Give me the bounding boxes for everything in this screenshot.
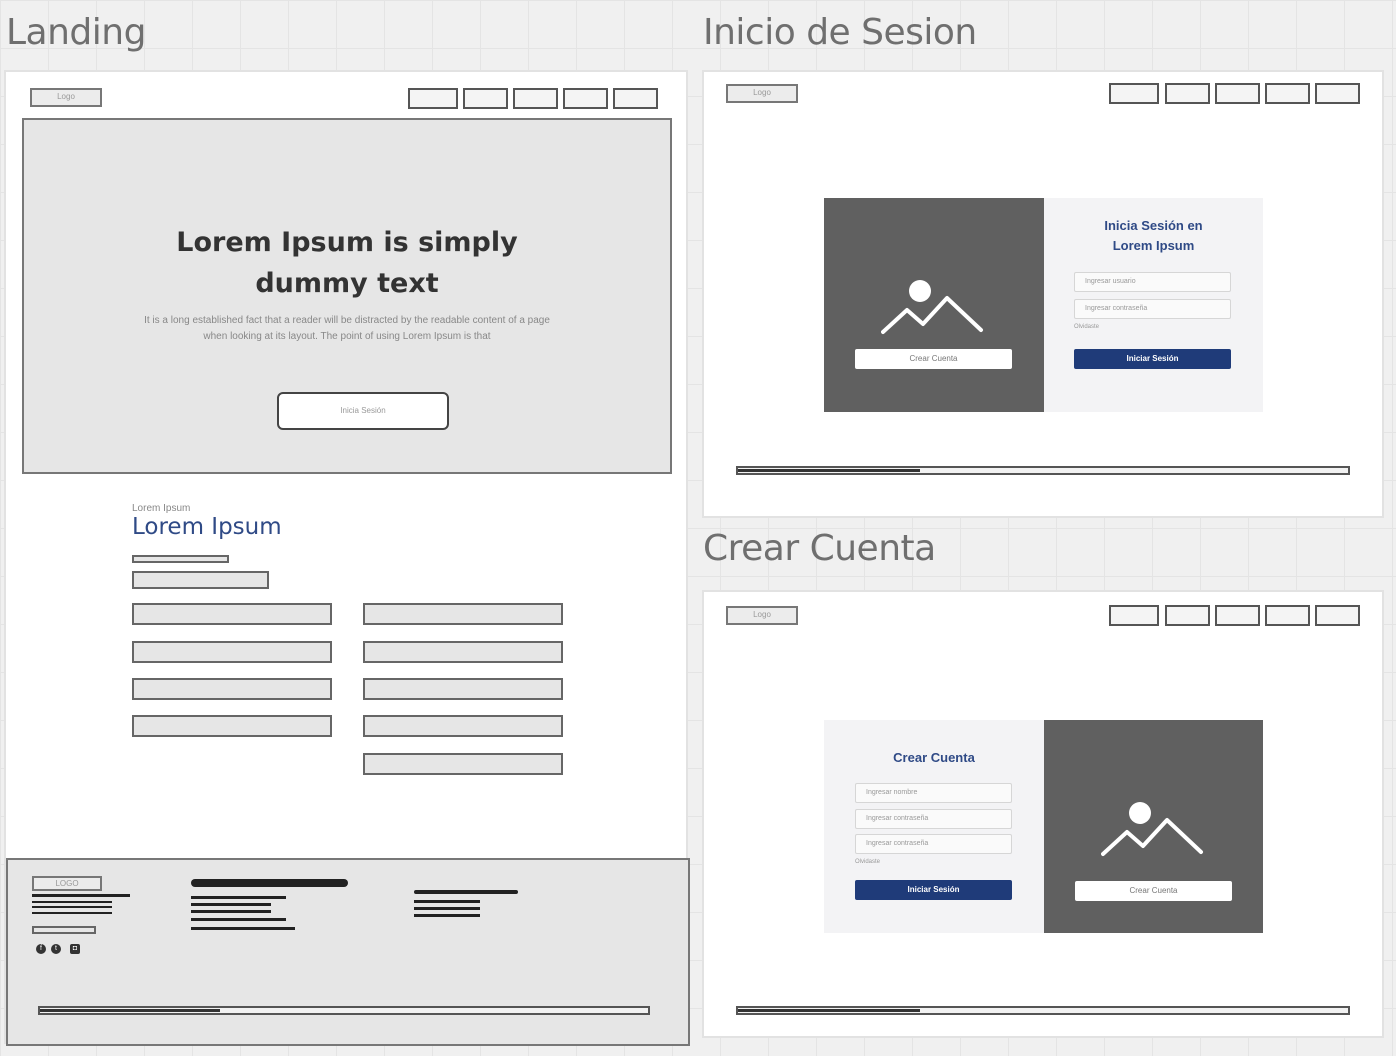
footer-column-heading: [191, 879, 348, 887]
image-mountain-icon: [1101, 818, 1203, 856]
nav-button[interactable]: [563, 88, 608, 109]
name-input[interactable]: Ingresar nombre: [855, 783, 1012, 803]
footer-button-placeholder[interactable]: [32, 926, 96, 934]
content-box: [132, 603, 332, 625]
footer-link-line[interactable]: [191, 918, 286, 921]
nav-button[interactable]: [1165, 605, 1210, 626]
nav-button[interactable]: [613, 88, 658, 109]
nav-button[interactable]: [1109, 83, 1159, 104]
frame-title-login: Inicio de Sesion: [703, 12, 977, 53]
content-box: [363, 678, 563, 700]
nav-button[interactable]: [1265, 83, 1310, 104]
hero-title-line1: Lorem Ipsum is simply: [176, 227, 518, 258]
password-input[interactable]: Ingresar contraseña: [855, 809, 1012, 829]
footer-link-line[interactable]: [191, 896, 286, 899]
instagram-icon[interactable]: ◘: [70, 944, 80, 954]
content-box: [132, 678, 332, 700]
footer-link-line[interactable]: [414, 914, 480, 917]
content-box: [363, 603, 563, 625]
nav-button[interactable]: [1165, 83, 1210, 104]
content-box: [132, 715, 332, 737]
nav-button[interactable]: [408, 88, 458, 109]
horizontal-scrollbar[interactable]: [736, 466, 1350, 475]
hero-title-line2: dummy text: [255, 268, 439, 299]
content-box: [363, 715, 563, 737]
footer-link-line[interactable]: [191, 927, 295, 930]
section-heading: Lorem Ipsum: [132, 514, 282, 540]
footer-text-line: [32, 906, 112, 908]
section-line-placeholder: [132, 555, 229, 563]
image-placeholder: Crear Cuenta: [1044, 720, 1263, 933]
footer-text-line: [32, 901, 112, 903]
login-form-title-line1: Inicia Sesión en: [1104, 218, 1203, 233]
register-form-panel: Crear Cuenta Ingresar nombre Ingresar co…: [824, 720, 1044, 933]
login-submit-button[interactable]: Iniciar Sesión: [1074, 349, 1231, 369]
create-account-button[interactable]: Crear Cuenta: [855, 349, 1012, 369]
footer-text-line: [32, 894, 130, 897]
section-eyebrow: Lorem Ipsum: [132, 503, 191, 514]
register-submit-button[interactable]: Iniciar Sesión: [855, 880, 1012, 900]
footer: LOGO f t ◘: [6, 858, 690, 1046]
logo-placeholder[interactable]: Logo: [726, 84, 798, 103]
horizontal-scrollbar[interactable]: [736, 1006, 1350, 1015]
hero-banner: Lorem Ipsum is simply dummy text It is a…: [22, 118, 672, 474]
nav-button[interactable]: [1109, 605, 1159, 626]
confirm-password-input[interactable]: Ingresar contraseña: [855, 834, 1012, 854]
create-account-button[interactable]: Crear Cuenta: [1075, 881, 1232, 901]
scrollbar-thumb[interactable]: [738, 469, 920, 472]
nav-button[interactable]: [1315, 83, 1360, 104]
nav-button[interactable]: [1315, 605, 1360, 626]
content-box: [132, 641, 332, 663]
footer-link-line[interactable]: [191, 903, 271, 906]
facebook-icon[interactable]: f: [36, 944, 46, 954]
logo-placeholder[interactable]: Logo: [30, 88, 102, 107]
scrollbar-thumb[interactable]: [738, 1009, 920, 1012]
nav-button[interactable]: [513, 88, 558, 109]
footer-link-line[interactable]: [414, 907, 480, 910]
register-frame: Logo Crear Cuenta Ingresar nombre Ingres…: [702, 590, 1384, 1038]
image-mountain-icon: [881, 296, 983, 334]
footer-text-line: [32, 912, 112, 914]
footer-link-line[interactable]: [414, 900, 480, 903]
nav-button[interactable]: [1265, 605, 1310, 626]
nav-button[interactable]: [1215, 605, 1260, 626]
frame-title-landing: Landing: [6, 12, 146, 53]
scrollbar-thumb[interactable]: [40, 1009, 220, 1012]
content-box: [363, 753, 563, 775]
username-input[interactable]: Ingresar usuario: [1074, 272, 1231, 292]
nav-button[interactable]: [1215, 83, 1260, 104]
twitter-icon[interactable]: t: [51, 944, 61, 954]
logo-placeholder[interactable]: Logo: [726, 606, 798, 625]
login-frame: Logo Crear Cuenta Inicia Sesión en Lorem…: [702, 70, 1384, 518]
landing-frame: Logo Lorem Ipsum is simply dummy text It…: [4, 70, 690, 1046]
hero-text-line1: It is a long established fact that a rea…: [144, 315, 550, 326]
register-form-title: Crear Cuenta: [893, 750, 975, 765]
forgot-password-link[interactable]: Olvidaste: [1074, 324, 1099, 330]
footer-logo: LOGO: [32, 876, 102, 891]
hero-login-button[interactable]: Inicia Sesión: [277, 392, 449, 430]
forgot-password-link[interactable]: Olvidaste: [855, 859, 880, 865]
footer-link-line[interactable]: [191, 910, 271, 913]
password-input[interactable]: Ingresar contraseña: [1074, 299, 1231, 319]
horizontal-scrollbar[interactable]: [38, 1006, 650, 1015]
hero-text-line2: when looking at its layout. The point of…: [203, 331, 491, 342]
section-button-placeholder[interactable]: [132, 571, 269, 589]
login-form-title-line2: Lorem Ipsum: [1112, 238, 1195, 253]
login-form-panel: Inicia Sesión en Lorem Ipsum Ingresar us…: [1044, 198, 1263, 412]
nav-button[interactable]: [463, 88, 508, 109]
footer-column-heading: [414, 890, 518, 894]
content-box: [363, 641, 563, 663]
image-placeholder: Crear Cuenta: [824, 198, 1044, 412]
frame-title-register: Crear Cuenta: [703, 528, 936, 569]
